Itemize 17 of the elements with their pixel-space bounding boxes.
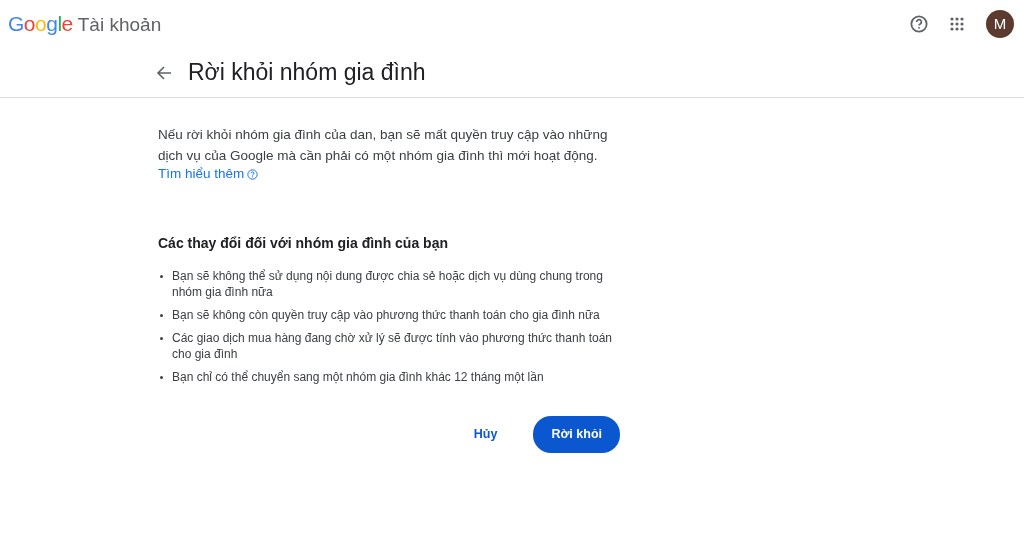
google-logo[interactable]: Google	[8, 8, 73, 40]
page-title: Rời khỏi nhóm gia đình	[188, 58, 426, 87]
bullet-text: Bạn sẽ không thể sử dụng nội dung được chia sẻ hoặc dịch vụ dùng chung trong nhóm gia đình nữa	[172, 268, 604, 301]
leave-button[interactable]: Rời khỏi	[533, 416, 620, 453]
bullet-text: Bạn sẽ không còn quyền truy cập vào phương thức thanh toán cho gia đình nữa	[172, 307, 601, 324]
learn-more-link[interactable]: Tìm hiểu thêm	[158, 164, 245, 185]
avatar[interactable]: M	[986, 10, 1014, 38]
intro-paragraph: Nếu rời khỏi nhóm gia đình của dan, bạn sẽ mất quyền truy cập vào những dịch vụ của Google mà cần phải có một nhóm gia đình thì mới hoạt động.	[158, 127, 608, 163]
back-arrow-icon[interactable]	[156, 64, 172, 81]
cancel-button[interactable]: Hủy	[455, 417, 516, 452]
product-name: Tài khoản	[77, 13, 162, 38]
help-icon[interactable]	[247, 168, 259, 180]
help-icon[interactable]	[910, 15, 928, 33]
bullet-text: Bạn chỉ có thể chuyển sang một nhóm gia đình khác 12 tháng một lần	[172, 369, 545, 386]
bullet-text: Các giao dịch mua hàng đang chờ xử lý sẽ được tính vào phương thức thanh toán cho gia đình	[172, 330, 613, 363]
section-heading: Các thay đổi đối với nhóm gia đình của bạn	[158, 234, 449, 254]
apps-grid-icon[interactable]	[950, 17, 964, 31]
